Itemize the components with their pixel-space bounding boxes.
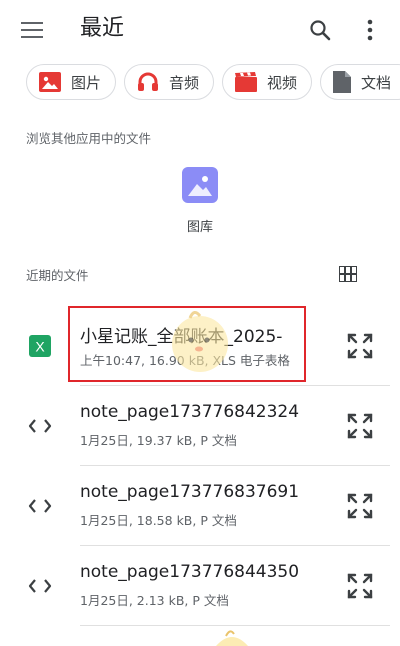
chip-video-label: 视频: [267, 73, 298, 92]
chip-audio[interactable]: 音频: [124, 64, 214, 100]
expand-button[interactable]: [340, 486, 380, 526]
chip-audio-label: 音频: [169, 73, 200, 92]
search-icon: [310, 20, 331, 41]
movie-icon: [235, 72, 257, 92]
menu-button[interactable]: [12, 10, 52, 50]
file-meta: 1月25日, 2.13 kB, P 文档: [80, 593, 229, 608]
svg-text:X: X: [35, 339, 45, 355]
gallery-app-label[interactable]: 图库: [160, 216, 240, 235]
row-divider: [80, 625, 390, 626]
more-vert-icon: [367, 19, 373, 41]
file-name: note_page173776844350: [80, 562, 300, 582]
expand-button[interactable]: [340, 326, 380, 366]
file-name: note_page173776837691: [80, 482, 300, 502]
chip-documents[interactable]: 文档: [320, 64, 400, 100]
gallery-app-button[interactable]: [182, 167, 218, 203]
file-row[interactable]: note_page173776842324 1月25日, 19.37 kB, P…: [0, 386, 400, 466]
code-file-icon: [26, 572, 54, 600]
file-row[interactable]: note_page173776837691 1月25日, 18.58 kB, P…: [0, 466, 400, 546]
expand-button[interactable]: [340, 566, 380, 606]
more-options-button[interactable]: [352, 10, 388, 50]
expand-icon: [347, 573, 373, 599]
document-icon: [333, 71, 351, 93]
file-meta: 1月25日, 19.37 kB, P 文档: [80, 433, 237, 448]
excel-file-icon: X: [26, 332, 54, 360]
browse-section-label: 浏览其他应用中的文件: [26, 131, 152, 146]
menu-icon: [21, 22, 43, 38]
file-meta: 1月25日, 18.58 kB, P 文档: [80, 513, 237, 528]
chip-video[interactable]: 视频: [222, 64, 312, 100]
file-row[interactable]: note_page173776844350 1月25日, 2.13 kB, P …: [0, 546, 400, 626]
image-icon: [39, 72, 61, 92]
grid-view-icon: [339, 266, 357, 282]
recent-section-label: 近期的文件: [26, 268, 89, 283]
mascot-watermark: [172, 311, 228, 372]
code-file-icon: [26, 412, 54, 440]
expand-icon: [347, 333, 373, 359]
chip-images-label: 图片: [71, 73, 102, 92]
gallery-icon: [188, 176, 212, 196]
mascot-peek-watermark: [216, 630, 248, 646]
expand-icon: [347, 493, 373, 519]
page-title: 最近: [80, 16, 125, 41]
grid-view-button[interactable]: [330, 258, 366, 290]
code-file-icon: [26, 492, 54, 520]
chip-documents-label: 文档: [361, 73, 392, 92]
search-button[interactable]: [300, 10, 340, 50]
expand-icon: [347, 413, 373, 439]
expand-button[interactable]: [340, 406, 380, 446]
headphones-icon: [138, 72, 158, 91]
chip-images[interactable]: 图片: [26, 64, 116, 100]
file-name: note_page173776842324: [80, 402, 300, 422]
